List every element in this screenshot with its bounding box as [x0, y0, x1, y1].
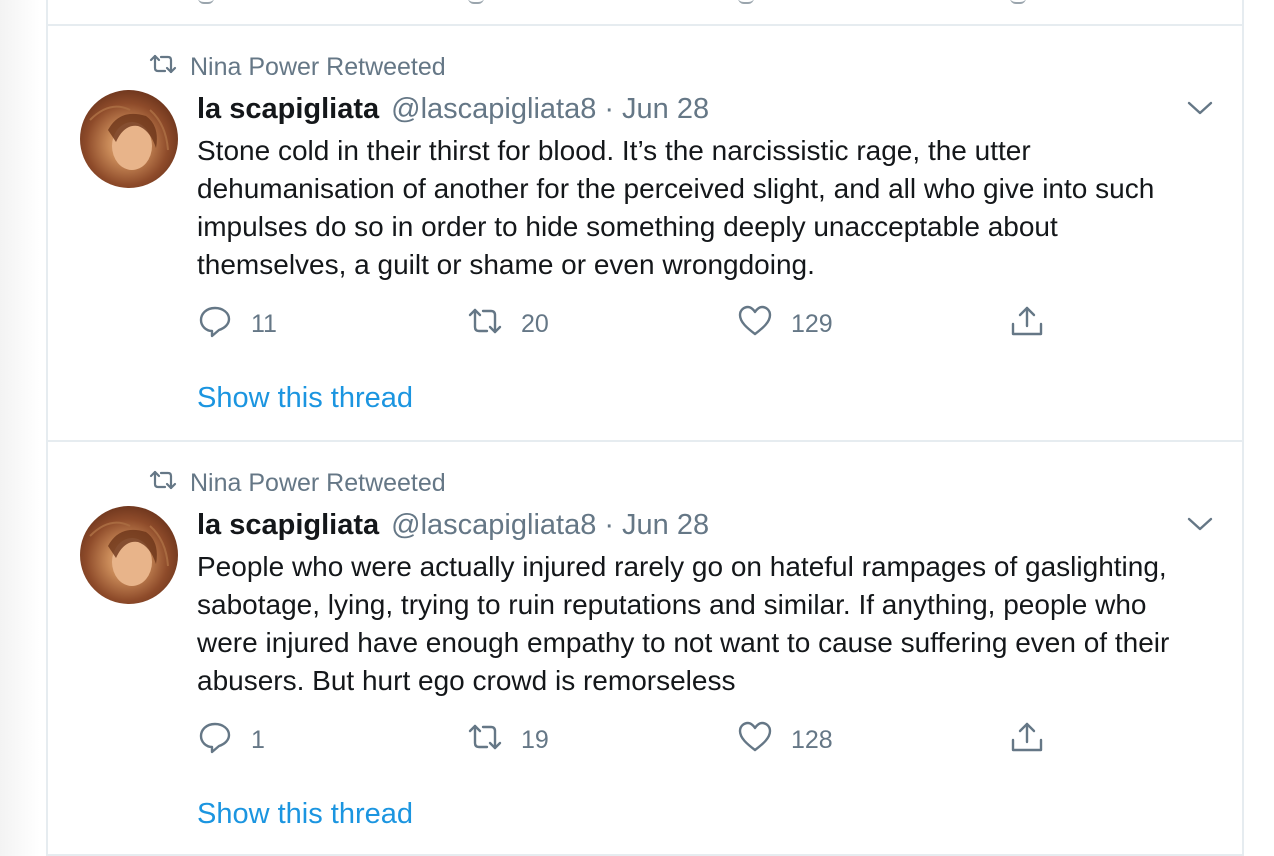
- retweet-icon: [467, 720, 503, 761]
- heart-icon: [737, 720, 773, 761]
- like-icon[interactable]: [738, 0, 754, 4]
- avatar[interactable]: [80, 90, 178, 188]
- retweet-count: 19: [521, 725, 549, 754]
- chevron-down-icon[interactable]: [1186, 98, 1214, 118]
- author-handle[interactable]: @lascapigliata8: [391, 93, 596, 126]
- share-icon: [1009, 304, 1045, 345]
- tweet-text: People who were actually injured rarely …: [197, 551, 1170, 696]
- tweet-text: Stone cold in their thirst for blood. It…: [197, 135, 1155, 280]
- chevron-down-icon[interactable]: [1186, 514, 1214, 534]
- share-icon: [1009, 720, 1045, 761]
- timeline: Nina Power Retweeted la scapigliata @las…: [46, 0, 1244, 856]
- reply-count: 11: [251, 309, 277, 338]
- previous-tweet-stub: [48, 0, 1242, 26]
- tweet-actions: 1 19 128: [197, 718, 1067, 762]
- reply-icon[interactable]: [198, 0, 214, 4]
- retweet-button[interactable]: 19: [467, 718, 549, 762]
- avatar[interactable]: [80, 506, 178, 604]
- show-thread-link[interactable]: Show this thread: [197, 382, 413, 415]
- tweet-header: la scapigliata @lascapigliata8 · Jun 28: [197, 506, 709, 544]
- share-button[interactable]: [1009, 718, 1045, 762]
- separator: ·: [604, 508, 614, 541]
- tweet-date[interactable]: Jun 28: [622, 93, 709, 126]
- retweet-icon[interactable]: [468, 0, 484, 4]
- tweet[interactable]: Nina Power Retweeted la scapigliata @las…: [48, 26, 1242, 442]
- reply-icon: [197, 304, 233, 345]
- like-count: 128: [791, 725, 833, 754]
- like-button[interactable]: 129: [737, 302, 833, 346]
- reply-button[interactable]: 11: [197, 302, 277, 346]
- retweet-context: Nina Power Retweeted: [148, 52, 446, 82]
- heart-icon: [737, 304, 773, 345]
- author-name[interactable]: la scapigliata: [197, 93, 379, 126]
- like-count: 129: [791, 309, 833, 338]
- retweet-button[interactable]: 20: [467, 302, 549, 346]
- separator: ·: [604, 92, 614, 125]
- retweet-icon: [467, 304, 503, 345]
- reply-icon: [197, 720, 233, 761]
- tweet-date[interactable]: Jun 28: [622, 509, 709, 542]
- tweet-header: la scapigliata @lascapigliata8 · Jun 28: [197, 90, 709, 128]
- background-edge: [0, 0, 46, 856]
- tweet-actions: 11 20 129: [197, 302, 1067, 346]
- reply-button[interactable]: 1: [197, 718, 265, 762]
- share-button[interactable]: [1009, 302, 1045, 346]
- retweet-count: 20: [521, 309, 549, 338]
- retweet-label[interactable]: Nina Power Retweeted: [190, 469, 446, 498]
- retweet-context: Nina Power Retweeted: [148, 468, 446, 498]
- author-name[interactable]: la scapigliata: [197, 509, 379, 542]
- retweet-label[interactable]: Nina Power Retweeted: [190, 53, 446, 82]
- retweet-icon: [148, 469, 178, 498]
- retweet-icon: [148, 53, 178, 82]
- show-thread-link[interactable]: Show this thread: [197, 798, 413, 831]
- author-handle[interactable]: @lascapigliata8: [391, 509, 596, 542]
- tweet[interactable]: Nina Power Retweeted la scapigliata @las…: [48, 442, 1242, 856]
- reply-count: 1: [251, 725, 265, 754]
- share-icon[interactable]: [1010, 0, 1026, 4]
- like-button[interactable]: 128: [737, 718, 833, 762]
